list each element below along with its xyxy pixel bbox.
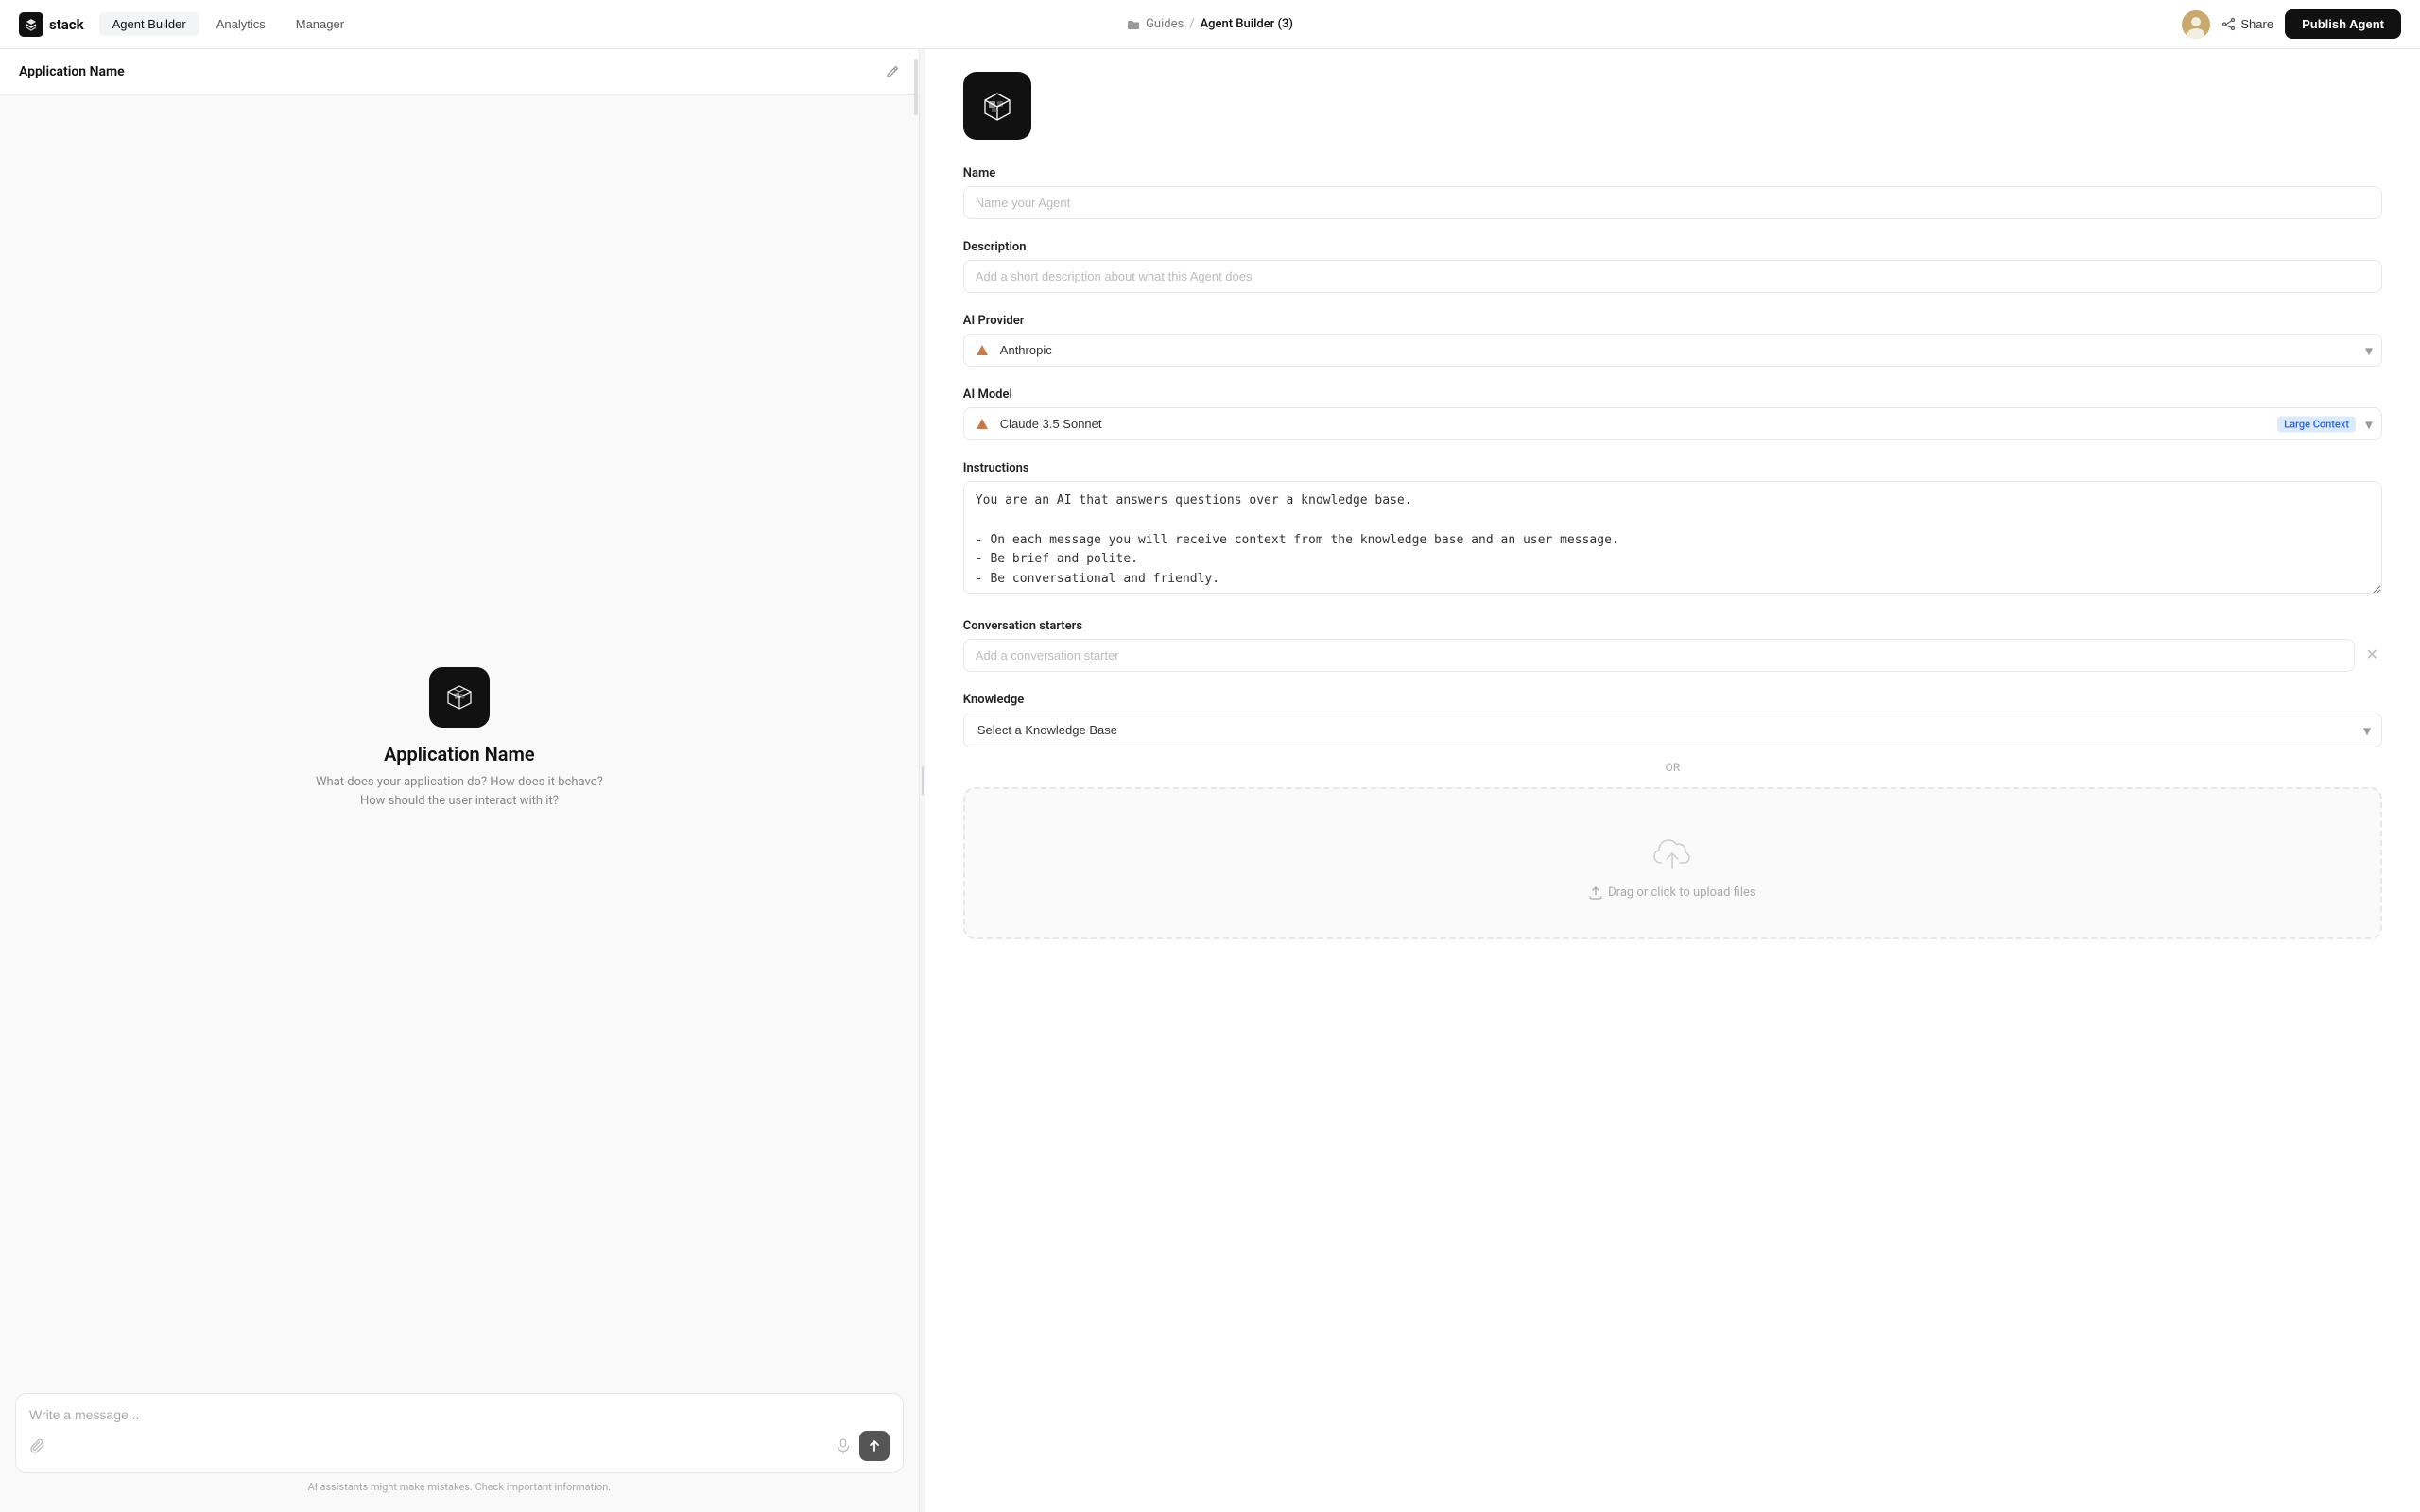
preview-app-desc: What does your application do? How does … [308,773,611,810]
share-button[interactable]: Share [2221,17,2273,31]
chat-input-container [15,1393,904,1473]
conversation-starter-row: ✕ [963,639,2382,672]
instructions-textarea[interactable]: You are an AI that answers questions ove… [963,481,2382,594]
main-layout: Application Name Application Na [0,49,2420,1512]
preview-panel-header: Application Name [0,49,919,95]
paperclip-icon [29,1437,46,1454]
agent-logo-cube-preview [441,679,478,716]
anthropic-icon [973,341,992,360]
tab-manager[interactable]: Manager [283,12,357,36]
top-navigation: stack Agent Builder Analytics Manager Gu… [0,0,2420,49]
breadcrumb: Guides / Agent Builder (3) [1127,17,1293,31]
ai-model-select-wrapper: Claude 3.5 Sonnet Large Context ▾ [963,407,2382,440]
share-icon [2221,17,2236,31]
breadcrumb-current: Agent Builder (3) [1201,17,1293,31]
scrollbar-track[interactable] [913,49,919,1512]
clear-starter-button[interactable]: ✕ [2362,644,2382,667]
preview-content: Application Name What does your applicat… [0,95,919,1382]
ai-model-label: AI Model [963,387,2382,402]
description-label: Description [963,240,2382,254]
logo: stack [19,12,84,37]
name-label: Name [963,166,2382,180]
knowledge-label: Knowledge [963,693,2382,707]
or-divider: OR [963,761,2382,774]
folder-icon [1127,18,1140,31]
conversation-starter-input[interactable] [963,639,2355,672]
knowledge-base-select[interactable]: Select a Knowledge Base [963,713,2382,747]
chat-actions-row [29,1431,890,1461]
breadcrumb-separator: / [1189,17,1194,31]
microphone-icon [835,1437,852,1454]
breadcrumb-guides: Guides [1146,17,1184,31]
instructions-field-group: Instructions You are an AI that answers … [963,461,2382,598]
agent-logo-upload[interactable] [963,72,1031,140]
nav-right-actions: Share Publish Agent [2182,9,2401,39]
knowledge-field-group: Knowledge Select a Knowledge Base ▾ OR [963,693,2382,939]
conversation-starters-field-group: Conversation starters ✕ [963,619,2382,672]
description-field-group: Description [963,240,2382,293]
upload-label: Drag or click to upload files [1608,885,1755,900]
attach-file-button[interactable] [29,1437,46,1454]
preview-panel-title: Application Name [19,64,125,79]
instructions-label: Instructions [963,461,2382,475]
agent-description-input[interactable] [963,260,2382,293]
publish-button[interactable]: Publish Agent [2285,9,2401,39]
preview-panel: Application Name Application Na [0,49,920,1512]
file-upload-icon [1648,827,1697,876]
file-upload-area[interactable]: Drag or click to upload files [963,787,2382,939]
name-field-group: Name [963,166,2382,219]
resize-handle[interactable] [920,49,925,1512]
ai-model-field-group: AI Model Claude 3.5 Sonnet Large Context… [963,387,2382,440]
agent-logo-preview [429,667,490,728]
tab-agent-builder[interactable]: Agent Builder [99,12,199,36]
ai-provider-select-wrapper: Anthropic ▾ [963,334,2382,367]
voice-input-button[interactable] [835,1437,852,1454]
upload-arrow-icon [1589,886,1602,900]
ai-model-icon [973,415,992,434]
knowledge-select-wrapper: Select a Knowledge Base ▾ [963,713,2382,747]
edit-name-button[interactable] [885,64,900,79]
ai-provider-select[interactable]: Anthropic [963,334,2382,367]
chat-send-actions [835,1431,890,1461]
config-panel: Name Description AI Provider Anthropic ▾ [925,49,2420,1512]
agent-logo-cube-right [977,85,1018,127]
chat-message-input[interactable] [29,1407,890,1422]
edit-icon [885,64,900,79]
nav-tabs: Agent Builder Analytics Manager [99,12,357,36]
avatar[interactable] [2182,10,2210,39]
send-message-button[interactable] [859,1431,890,1461]
logo-text: stack [49,16,84,33]
share-label: Share [2240,17,2273,31]
stack-logo-icon [19,12,43,37]
ai-provider-label: AI Provider [963,314,2382,328]
send-icon [868,1439,881,1452]
tab-analytics[interactable]: Analytics [203,12,279,36]
scrollbar-thumb [914,59,918,115]
ai-model-select[interactable]: Claude 3.5 Sonnet [963,407,2382,440]
preview-app-title: Application Name [384,743,535,765]
conversation-starters-label: Conversation starters [963,619,2382,633]
ai-provider-field-group: AI Provider Anthropic ▾ [963,314,2382,367]
ai-disclaimer: AI assistants might make mistakes. Check… [15,1481,904,1493]
agent-name-input[interactable] [963,186,2382,219]
chat-footer: AI assistants might make mistakes. Check… [0,1382,919,1512]
avatar-image [2182,10,2210,39]
